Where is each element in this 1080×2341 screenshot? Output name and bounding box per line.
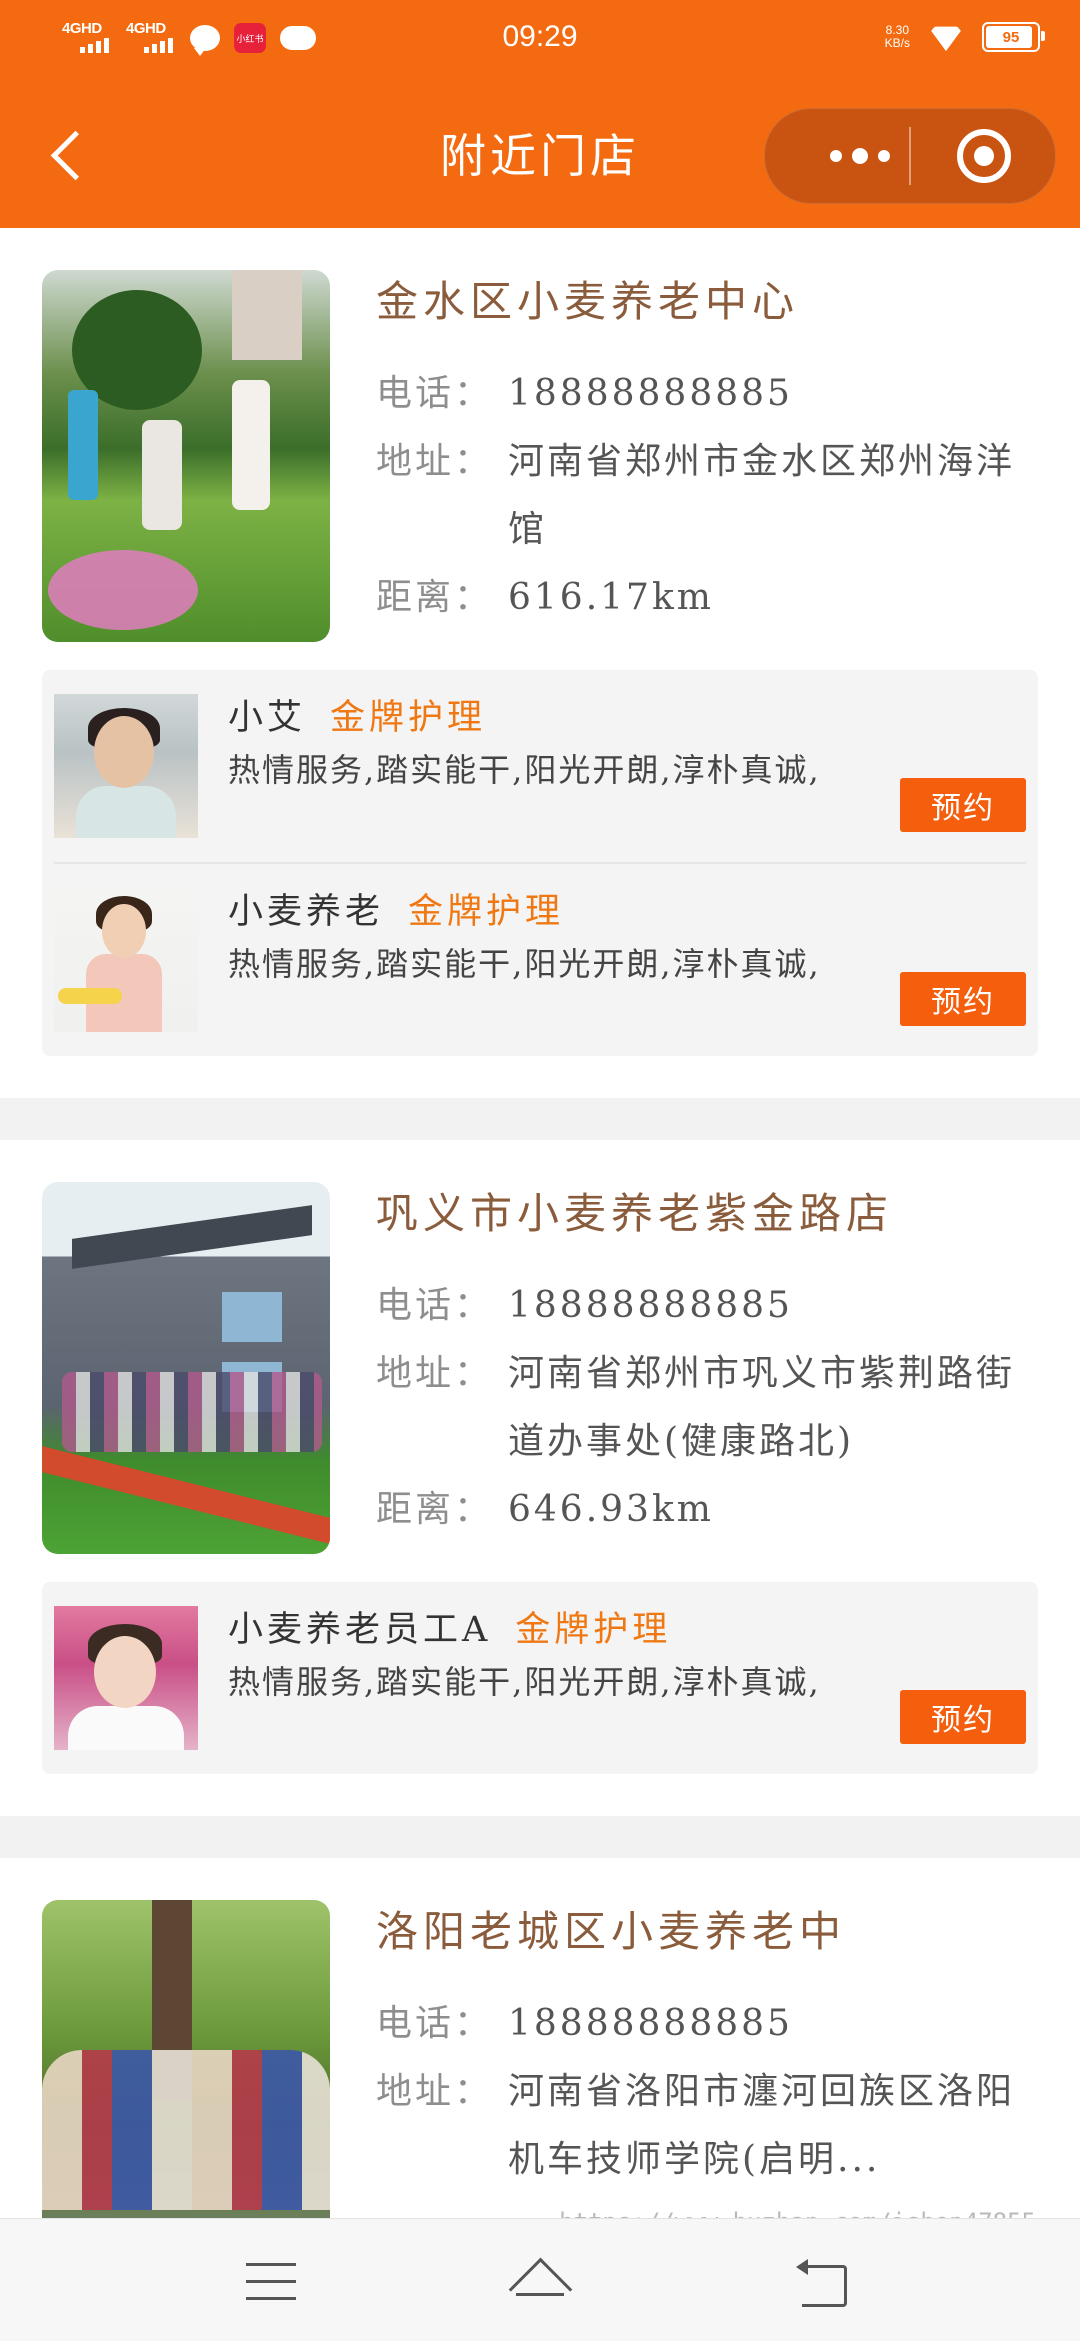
status-bar: 4GHD 4GHD 小红书 09:29 8.30 KB/s 95 bbox=[0, 0, 1080, 80]
store-card: 巩义市小麦养老紫金路店 电话： 18888888885 地址： 河南省郑州市巩义… bbox=[0, 1140, 1080, 1816]
store-phone[interactable]: 18888888885 bbox=[508, 1272, 793, 1340]
store-phone-row: 电话： 18888888885 bbox=[376, 1990, 1038, 2058]
staff-name: 小麦养老 bbox=[228, 892, 385, 932]
mini-program-capsule bbox=[764, 108, 1056, 204]
store-info: 洛阳老城区小麦养老中 电话： 18888888885 地址： 河南省洛阳市瀍河回… bbox=[376, 1900, 1038, 2218]
staff-tag: 金牌护理 bbox=[408, 892, 565, 932]
network-speed: 8.30 KB/s bbox=[885, 24, 910, 50]
staff-list: 小艾 金牌护理 热情服务,踏实能干,阳光开朗,淳朴真诚, 预约 小麦养老 金牌护理 … bbox=[42, 670, 1038, 1056]
store-distance: 646.93km bbox=[508, 1489, 714, 1530]
more-dots-icon[interactable] bbox=[805, 141, 915, 171]
store-info: 金水区小麦养老中心 电话： 18888888885 地址： 河南省郑州市金水区郑… bbox=[376, 270, 1038, 642]
store-name[interactable]: 巩义市小麦养老紫金路店 bbox=[376, 1182, 1038, 1246]
menu-icon[interactable] bbox=[246, 2263, 296, 2301]
store-photo[interactable] bbox=[42, 270, 330, 642]
store-address: 河南省郑州市金水区郑州海洋馆 bbox=[508, 441, 1016, 550]
store-address-row: 地址： 河南省郑州市金水区郑州海洋馆 bbox=[376, 428, 1038, 564]
net-speed-unit: KB/s bbox=[884, 36, 910, 50]
battery-icon: 95 bbox=[982, 22, 1045, 52]
address-label: 地址： bbox=[376, 2071, 494, 2112]
phone-label: 电话： bbox=[376, 2003, 494, 2044]
store-address-row: 地址： 河南省郑州市巩义市紫荆路街道办事处(健康路北) bbox=[376, 1340, 1038, 1476]
phone-label: 电话： bbox=[376, 373, 494, 414]
target-circle-icon[interactable] bbox=[957, 129, 1011, 183]
nav-bar: 附近门店 bbox=[0, 80, 1080, 228]
store-photo[interactable] bbox=[42, 1900, 330, 2218]
address-label: 地址： bbox=[376, 441, 494, 482]
distance-label: 距离： bbox=[376, 1489, 494, 1530]
staff-name: 小麦养老员工A bbox=[228, 1610, 492, 1650]
staff-name: 小艾 bbox=[228, 698, 307, 738]
store-address-row: 地址： 河南省洛阳市瀍河回族区洛阳机车技师学院(启明... bbox=[376, 2058, 1038, 2194]
staff-list: 小麦养老员工A 金牌护理 热情服务,踏实能干,阳光开朗,淳朴真诚, 预约 bbox=[42, 1582, 1038, 1774]
store-phone[interactable]: 18888888885 bbox=[508, 1990, 793, 2058]
staff-desc: 热情服务,踏实能干,阳光开朗,淳朴真诚, bbox=[228, 1663, 821, 1701]
staff-item: 小麦养老 金牌护理 热情服务,踏实能干,阳光开朗,淳朴真诚, 预约 bbox=[54, 864, 1026, 1056]
store-distance-row: 距离： 616.17km bbox=[376, 564, 1038, 632]
staff-avatar bbox=[54, 888, 198, 1032]
staff-desc: 热情服务,踏实能干,阳光开朗,淳朴真诚, bbox=[228, 751, 821, 789]
store-address: 河南省洛阳市瀍河回族区洛阳机车技师学院(启明... bbox=[508, 2071, 1016, 2180]
staff-tag: 金牌护理 bbox=[515, 1610, 672, 1650]
store-distance-row: 距离： 646.93km bbox=[376, 1476, 1038, 1544]
staff-item: 小艾 金牌护理 热情服务,踏实能干,阳光开朗,淳朴真诚, 预约 bbox=[54, 670, 1026, 864]
store-phone[interactable]: 18888888885 bbox=[508, 360, 793, 428]
store-photo[interactable] bbox=[42, 1182, 330, 1554]
address-label: 地址： bbox=[376, 1353, 494, 1394]
system-nav-bar bbox=[0, 2218, 1080, 2341]
return-icon[interactable] bbox=[796, 2259, 850, 2307]
staff-avatar bbox=[54, 694, 198, 838]
home-icon[interactable] bbox=[506, 2255, 574, 2303]
phone-label: 电话： bbox=[376, 1285, 494, 1326]
store-card: 金水区小麦养老中心 电话： 18888888885 地址： 河南省郑州市金水区郑… bbox=[0, 228, 1080, 1098]
store-name[interactable]: 洛阳老城区小麦养老中 bbox=[376, 1900, 1038, 1964]
store-address: 河南省郑州市巩义市紫荆路街道办事处(健康路北) bbox=[508, 1353, 1016, 1462]
battery-level: 95 bbox=[1002, 28, 1020, 46]
staff-name-line: 小艾 金牌护理 bbox=[228, 694, 858, 742]
store-distance: 616.17km bbox=[508, 577, 714, 618]
staff-avatar bbox=[54, 1606, 198, 1750]
capsule-divider bbox=[909, 127, 911, 185]
distance-label: 距离： bbox=[376, 577, 494, 618]
staff-item: 小麦养老员工A 金牌护理 热情服务,踏实能干,阳光开朗,淳朴真诚, 预约 bbox=[54, 1582, 1026, 1774]
reserve-button[interactable]: 预约 bbox=[900, 778, 1026, 832]
staff-tag: 金牌护理 bbox=[330, 698, 487, 738]
store-phone-row: 电话： 18888888885 bbox=[376, 1272, 1038, 1340]
reserve-button[interactable]: 预约 bbox=[900, 1690, 1026, 1744]
store-name[interactable]: 金水区小麦养老中心 bbox=[376, 270, 1038, 334]
wifi-icon bbox=[928, 23, 964, 51]
staff-name-line: 小麦养老员工A 金牌护理 bbox=[228, 1606, 858, 1654]
reserve-button[interactable]: 预约 bbox=[900, 972, 1026, 1026]
store-info: 巩义市小麦养老紫金路店 电话： 18888888885 地址： 河南省郑州市巩义… bbox=[376, 1182, 1038, 1554]
store-phone-row: 电话： 18888888885 bbox=[376, 360, 1038, 428]
staff-desc: 热情服务,踏实能干,阳光开朗,淳朴真诚, bbox=[228, 945, 821, 983]
staff-name-line: 小麦养老 金牌护理 bbox=[228, 888, 858, 936]
store-card: 洛阳老城区小麦养老中 电话： 18888888885 地址： 河南省洛阳市瀍河回… bbox=[0, 1858, 1080, 2218]
store-list[interactable]: 金水区小麦养老中心 电话： 18888888885 地址： 河南省郑州市金水区郑… bbox=[0, 228, 1080, 2218]
status-right-icons: 8.30 KB/s 95 bbox=[885, 22, 1045, 52]
